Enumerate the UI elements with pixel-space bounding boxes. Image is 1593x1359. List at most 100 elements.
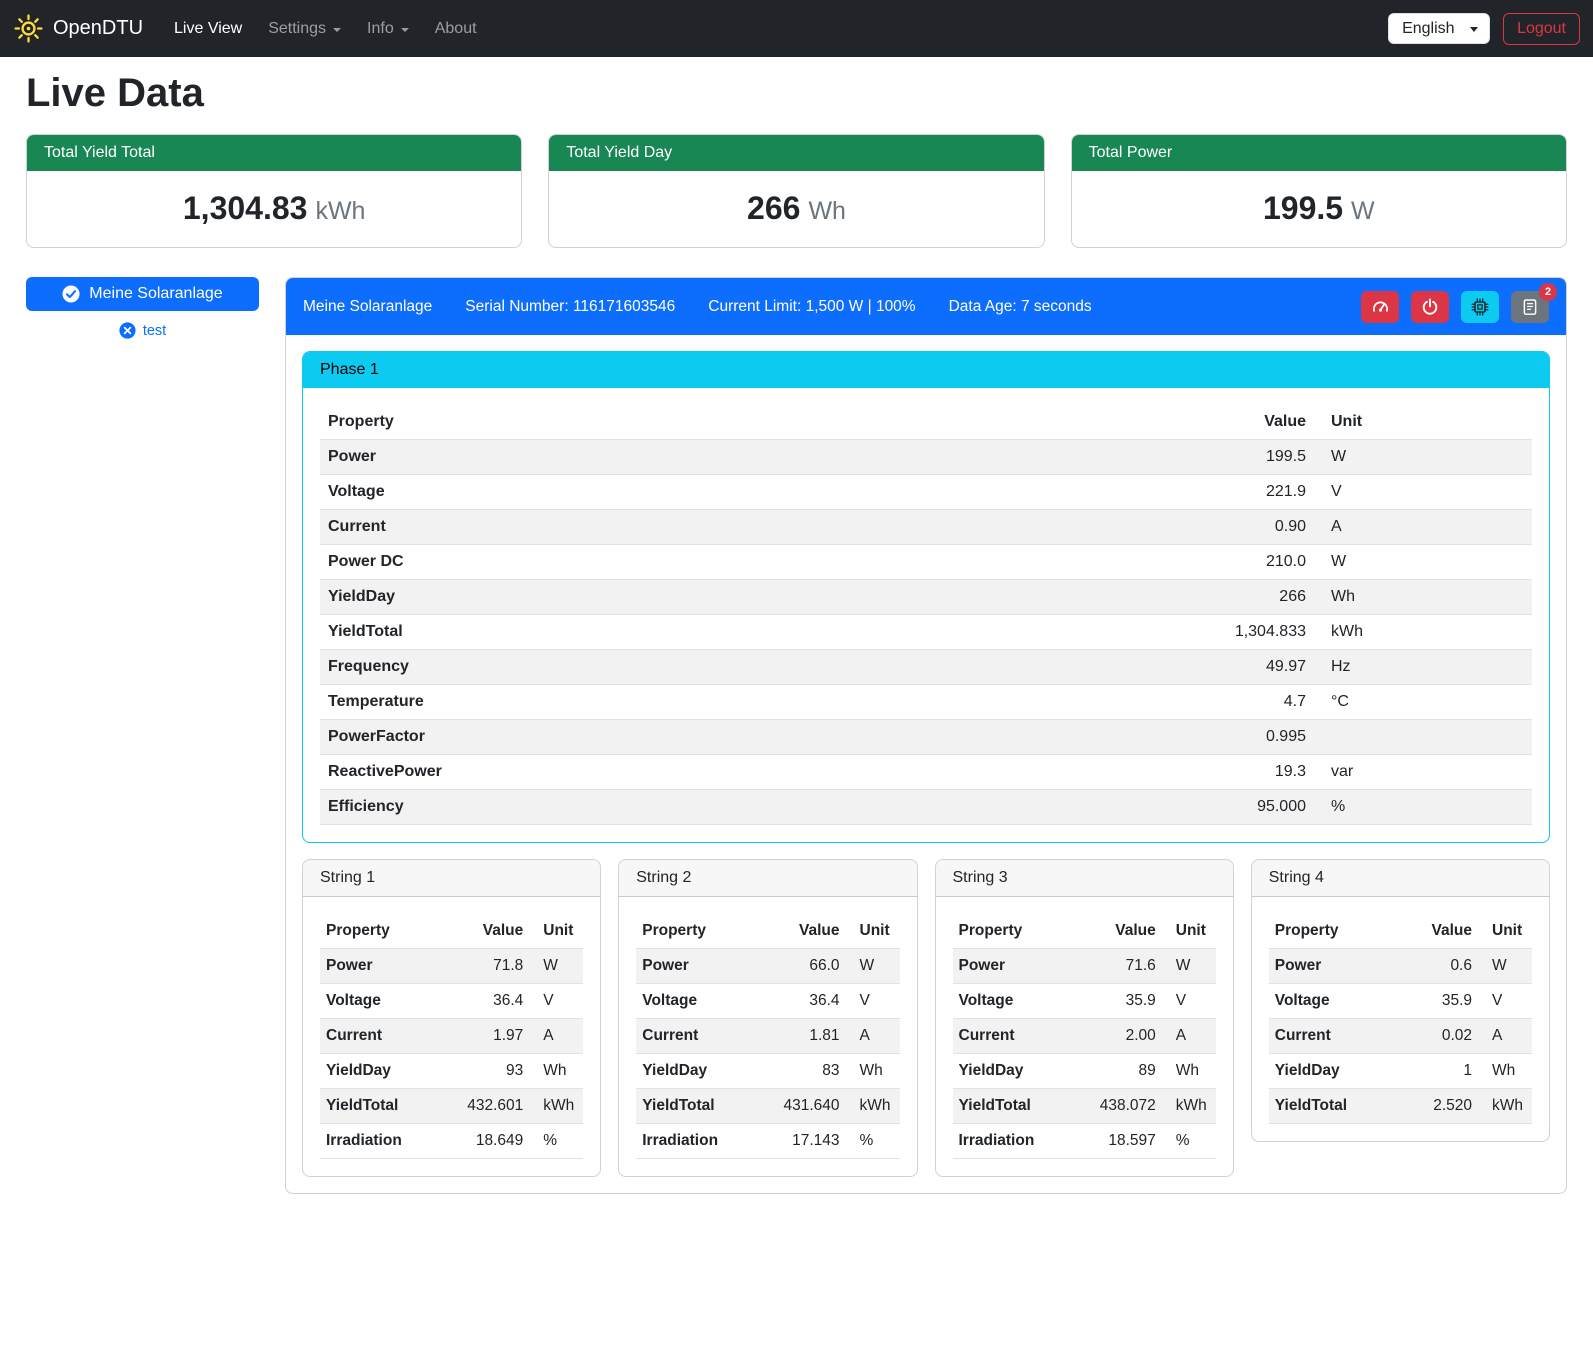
nav-item-label: Live View bbox=[174, 20, 242, 38]
summary-card-total-power: Total Power 199.5W bbox=[1071, 134, 1567, 248]
row-property: YieldDay bbox=[636, 1054, 771, 1089]
inverter-action-buttons: 2 bbox=[1361, 291, 1549, 323]
cpu-icon bbox=[1471, 298, 1489, 316]
string-table: Property Value Unit Power bbox=[953, 914, 1216, 1159]
inverter-select-button[interactable]: Meine Solaranlage bbox=[26, 277, 259, 311]
table-header-row: Property Value Unit bbox=[320, 405, 1532, 440]
sidebar-item-test[interactable]: test bbox=[26, 322, 259, 339]
row-property: YieldTotal bbox=[320, 615, 1202, 650]
caret-down-icon bbox=[401, 28, 409, 32]
row-value: 83 bbox=[772, 1054, 846, 1089]
row-value: 0.90 bbox=[1202, 510, 1314, 545]
string-card-4: String 4 Property Value Unit bbox=[1251, 859, 1550, 1142]
summary-cards-row: Total Yield Total 1,304.83kWh Total Yiel… bbox=[26, 134, 1567, 248]
table-row: Irradiation 17.143 % bbox=[636, 1124, 899, 1159]
language-select[interactable]: English bbox=[1388, 13, 1490, 44]
row-unit: V bbox=[846, 984, 900, 1019]
nav-item-live-view[interactable]: Live View bbox=[161, 12, 255, 46]
nav-item-info[interactable]: Info bbox=[354, 12, 422, 46]
row-unit: Hz bbox=[1314, 650, 1532, 685]
row-property: Power DC bbox=[320, 545, 1202, 580]
row-value: 4.7 bbox=[1202, 685, 1314, 720]
navbar-right: English Logout bbox=[1388, 13, 1580, 45]
string-card-2: String 2 Property Value Unit bbox=[618, 859, 917, 1177]
event-log-button[interactable]: 2 bbox=[1511, 291, 1549, 323]
row-value: 0.995 bbox=[1202, 720, 1314, 755]
inverter-serial: Serial Number: 116171603546 bbox=[465, 298, 675, 316]
row-value: 19.3 bbox=[1202, 755, 1314, 790]
summary-card-body: 199.5 W bbox=[1072, 171, 1566, 247]
row-value: 93 bbox=[455, 1054, 529, 1089]
table-row: YieldTotal 432.601 kWh bbox=[320, 1089, 583, 1124]
row-value: 199.5 bbox=[1202, 440, 1314, 475]
table-row: Voltage 221.9 V bbox=[320, 475, 1532, 510]
limit-settings-button[interactable] bbox=[1361, 291, 1399, 323]
power-toggle-button[interactable] bbox=[1411, 291, 1449, 323]
row-unit: % bbox=[1162, 1124, 1216, 1159]
device-info-button[interactable] bbox=[1461, 291, 1499, 323]
table-row: Voltage 36.4 V bbox=[320, 984, 583, 1019]
table-row: PowerFactor 0.995 bbox=[320, 720, 1532, 755]
brand-name: OpenDTU bbox=[53, 17, 143, 40]
power-icon bbox=[1421, 298, 1439, 316]
row-unit: Wh bbox=[846, 1054, 900, 1089]
row-unit: W bbox=[1478, 949, 1532, 984]
journal-list-icon bbox=[1521, 298, 1539, 316]
row-property: YieldTotal bbox=[636, 1089, 771, 1124]
row-unit: A bbox=[1314, 510, 1532, 545]
summary-card-title: Total Yield Total bbox=[27, 135, 521, 171]
nav-item-about[interactable]: About bbox=[422, 12, 490, 46]
table-row: Voltage 36.4 V bbox=[636, 984, 899, 1019]
summary-card-title: Total Yield Day bbox=[549, 135, 1043, 171]
phase-table: Property Value Unit Power 199.5 bbox=[320, 405, 1532, 825]
table-row: Irradiation 18.597 % bbox=[953, 1124, 1216, 1159]
check-circle-icon bbox=[62, 285, 80, 303]
inverter-limit: Current Limit: 1,500 W | 100% bbox=[708, 298, 915, 316]
row-value: 1,304.833 bbox=[1202, 615, 1314, 650]
string-card-title: String 3 bbox=[936, 860, 1233, 897]
logout-button[interactable]: Logout bbox=[1503, 13, 1580, 45]
row-unit: kWh bbox=[529, 1089, 583, 1124]
row-unit: var bbox=[1314, 755, 1532, 790]
row-unit: kWh bbox=[1162, 1089, 1216, 1124]
summary-card-total-yield-day: Total Yield Day 266Wh bbox=[548, 134, 1044, 248]
inverter-card-body: Phase 1 Property Value Unit bbox=[286, 335, 1566, 1193]
table-row: YieldDay 266 Wh bbox=[320, 580, 1532, 615]
summary-value: 199.5 bbox=[1263, 190, 1343, 226]
table-row: Irradiation 18.649 % bbox=[320, 1124, 583, 1159]
row-value: 1 bbox=[1404, 1054, 1478, 1089]
row-value: 438.072 bbox=[1088, 1089, 1162, 1124]
col-header-value: Value bbox=[1404, 914, 1478, 949]
row-value: 95.000 bbox=[1202, 790, 1314, 825]
row-unit: W bbox=[1314, 440, 1532, 475]
row-value: 432.601 bbox=[455, 1089, 529, 1124]
row-value: 18.649 bbox=[455, 1124, 529, 1159]
table-row: Current 1.81 A bbox=[636, 1019, 899, 1054]
row-property: Power bbox=[320, 440, 1202, 475]
string-table-body: Power 0.6 W Voltage 35.9 V bbox=[1269, 949, 1532, 1124]
sun-logo-icon bbox=[13, 13, 44, 44]
table-row: Current 0.02 A bbox=[1269, 1019, 1532, 1054]
caret-down-icon bbox=[333, 28, 341, 32]
nav-item-label: Info bbox=[367, 20, 394, 38]
row-property: Voltage bbox=[1269, 984, 1404, 1019]
col-header-unit: Unit bbox=[1162, 914, 1216, 949]
row-unit: Wh bbox=[1314, 580, 1532, 615]
string-card-title: String 4 bbox=[1252, 860, 1549, 897]
table-row: Power 199.5 W bbox=[320, 440, 1532, 475]
col-header-unit: Unit bbox=[1314, 405, 1532, 440]
phase-table-body: Power 199.5 W Voltage 221.9 V bbox=[320, 440, 1532, 825]
table-row: Current 1.97 A bbox=[320, 1019, 583, 1054]
table-row: Power 66.0 W bbox=[636, 949, 899, 984]
nav-item-settings[interactable]: Settings bbox=[255, 12, 354, 46]
table-header-row: Property Value Unit bbox=[1269, 914, 1532, 949]
row-unit: Wh bbox=[529, 1054, 583, 1089]
table-header-row: Property Value Unit bbox=[953, 914, 1216, 949]
strings-row: String 1 Property Value Unit bbox=[302, 859, 1550, 1177]
string-table: Property Value Unit Power bbox=[320, 914, 583, 1159]
row-unit: W bbox=[529, 949, 583, 984]
col-header-property: Property bbox=[953, 914, 1088, 949]
summary-unit: W bbox=[1351, 197, 1375, 225]
row-value: 1.81 bbox=[772, 1019, 846, 1054]
brand-link[interactable]: OpenDTU bbox=[13, 13, 143, 44]
